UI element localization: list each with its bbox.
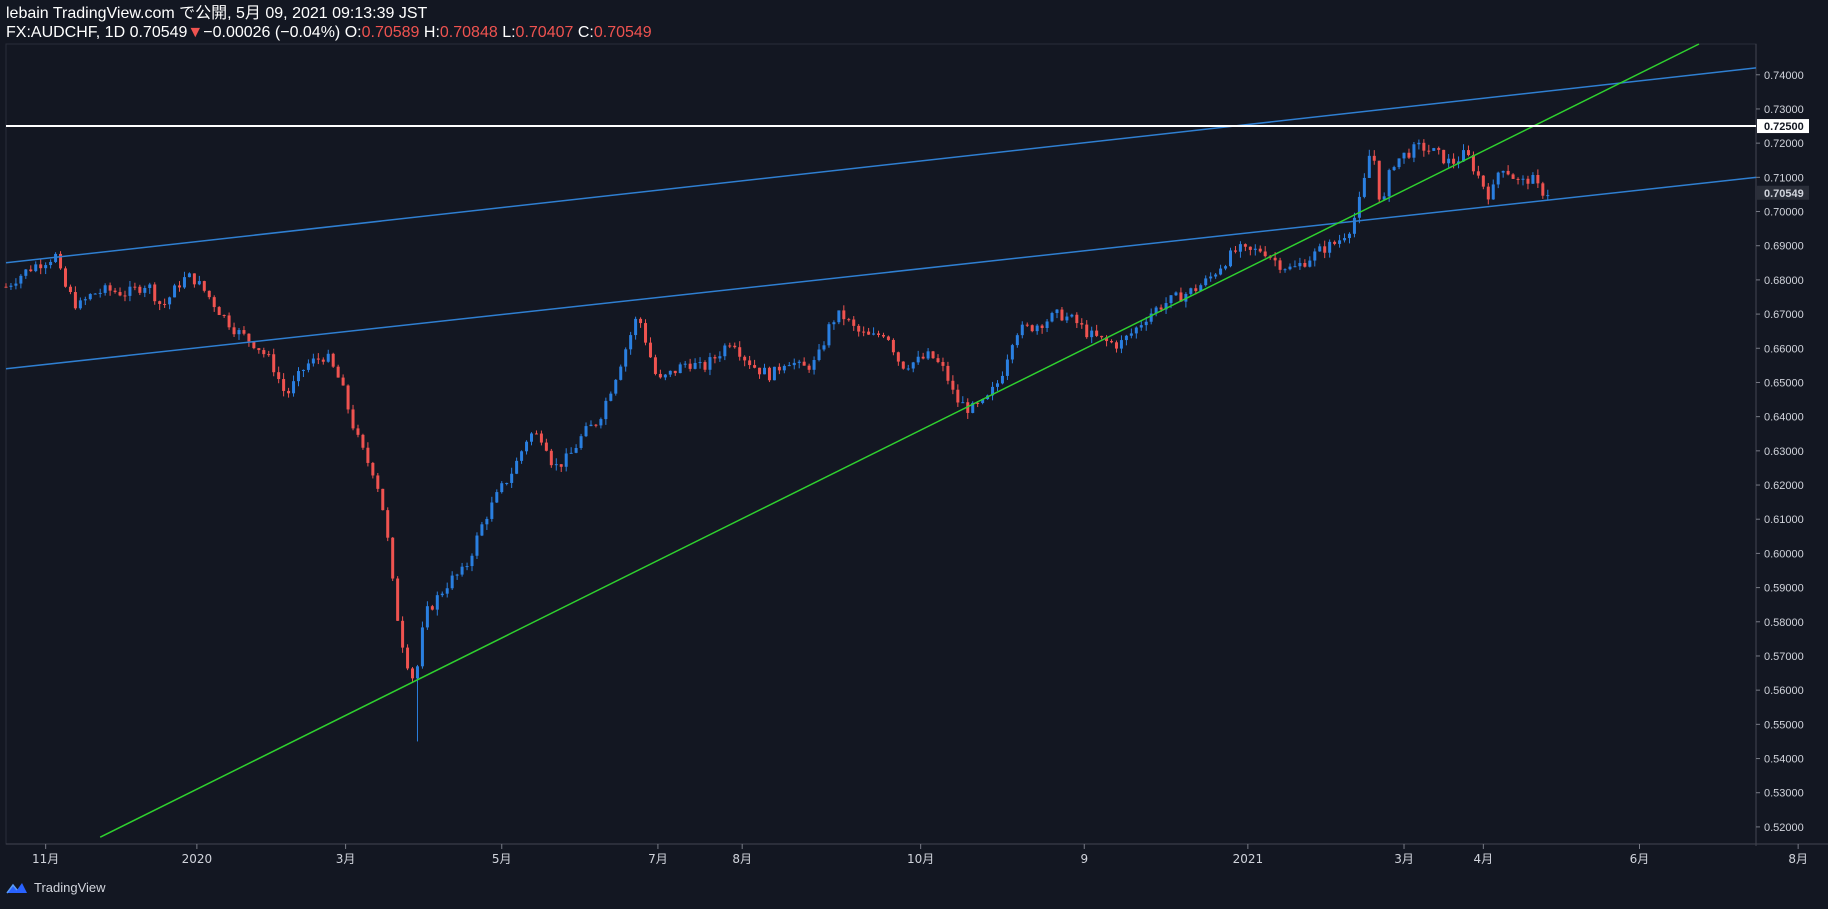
price-tick-label: 0.58000	[1764, 617, 1804, 629]
low-label: L:	[502, 24, 516, 41]
price-tick-label: 0.60000	[1764, 548, 1804, 560]
publish-info: lebain TradingView.com で公開, 5月 09, 2021 …	[6, 5, 428, 22]
high-value: 0.70848	[439, 24, 498, 41]
candle	[931, 350, 935, 359]
down-arrow-icon: ▼	[187, 24, 204, 41]
candle	[63, 266, 67, 288]
candle	[217, 306, 221, 316]
price-axis[interactable]: 0.74000 0.73000 0.72500 0.72000 0.71000 0.705…	[1756, 70, 1809, 834]
candle	[619, 364, 623, 381]
brand-name: TradingView	[34, 880, 106, 895]
open-value: 0.70589	[361, 24, 420, 41]
candle	[173, 283, 177, 298]
price-tick-label: 0.62000	[1764, 480, 1804, 492]
candle	[614, 378, 618, 396]
price-tick-label: 0.69000	[1764, 241, 1804, 253]
candle	[1050, 311, 1054, 323]
last-price: 0.70549	[129, 24, 188, 41]
plot-area	[5, 43, 1757, 845]
price-tick-label: 0.56000	[1764, 685, 1804, 697]
price-tick-label: 0.54000	[1764, 754, 1804, 766]
ohlc-legend: FX:AUDCHF, 1D 0.70549▼−0.00026 (−0.04%) …	[6, 23, 652, 42]
candle	[396, 576, 400, 622]
candle	[361, 433, 365, 450]
time-tick-label: 6月	[1630, 852, 1650, 866]
candle	[1432, 147, 1436, 152]
tradingview-logo-icon	[6, 882, 27, 893]
high-label: H:	[423, 24, 440, 41]
price-tick-label: 0.57000	[1764, 651, 1804, 663]
close-label: C:	[577, 24, 594, 41]
candle	[901, 361, 905, 370]
price-tick-label: 0.70549	[1764, 188, 1804, 200]
price-tick-label: 0.61000	[1764, 514, 1804, 526]
time-tick-label: 10月	[907, 852, 934, 866]
candle	[653, 354, 657, 376]
time-tick-label: 7月	[648, 852, 668, 866]
time-tick-label: 3月	[1394, 852, 1414, 866]
candle	[381, 488, 385, 511]
price-chart[interactable]: 0.74000 0.73000 0.72500 0.72000 0.71000 0.705…	[0, 0, 1828, 909]
time-tick-label: 3月	[336, 852, 356, 866]
price-tick-label: 0.59000	[1764, 583, 1804, 595]
candle	[549, 448, 553, 468]
time-tick-label: 8月	[1788, 852, 1808, 866]
candle	[336, 364, 340, 378]
candle	[767, 366, 771, 383]
open-label: O:	[344, 24, 362, 41]
price-tick-label: 0.66000	[1764, 343, 1804, 355]
candle	[346, 384, 350, 414]
candle	[386, 507, 390, 542]
price-tick-label: 0.71000	[1764, 172, 1804, 184]
candle	[406, 644, 410, 671]
price-tick-label: 0.67000	[1764, 309, 1804, 321]
candle	[827, 322, 831, 348]
price-tick-label: 0.73000	[1764, 104, 1804, 116]
close-value: 0.70549	[593, 24, 652, 41]
candle	[401, 616, 405, 653]
time-axis[interactable]: 11月 2020 3月 5月 7月 8月 10月 9 2021 3月 4月 6月 8月	[32, 844, 1808, 866]
candle	[391, 537, 395, 582]
time-tick-label: 5月	[492, 852, 512, 866]
time-tick-label: 11月	[32, 852, 59, 866]
candle	[837, 310, 841, 325]
time-tick-label: 9	[1080, 852, 1088, 866]
candle	[331, 352, 335, 368]
candle	[772, 366, 776, 381]
candle	[420, 621, 424, 669]
candle	[1442, 149, 1446, 165]
time-tick-label: 4月	[1474, 852, 1494, 866]
candle	[1030, 324, 1034, 333]
price-tick-label: 0.74000	[1764, 70, 1804, 82]
candle	[475, 532, 479, 560]
candle	[1229, 247, 1233, 268]
candle	[644, 319, 648, 346]
price-change: −0.00026 (−0.04%)	[203, 24, 341, 41]
price-tick-label: 0.72000	[1764, 138, 1804, 150]
candle	[59, 251, 63, 270]
time-tick-label: 2020	[182, 852, 213, 866]
chart-header: lebain TradingView.com で公開, 5月 09, 2021 …	[6, 4, 652, 42]
candle	[202, 280, 206, 293]
price-tick-label: 0.63000	[1764, 446, 1804, 458]
price-tick-label: 0.64000	[1764, 412, 1804, 424]
candle	[1377, 160, 1381, 204]
price-tick-label: 0.68000	[1764, 275, 1804, 287]
time-tick-label: 8月	[732, 852, 752, 866]
price-tick-label: 0.65000	[1764, 377, 1804, 389]
candle	[579, 433, 583, 450]
price-tick-label: 0.55000	[1764, 719, 1804, 731]
footer[interactable]: TradingView	[6, 880, 106, 895]
time-tick-label: 2021	[1233, 852, 1264, 866]
symbol-interval: FX:AUDCHF, 1D	[6, 24, 126, 41]
low-value: 0.70407	[515, 24, 574, 41]
price-tick-label: 0.72500	[1764, 121, 1804, 133]
price-tick-label: 0.53000	[1764, 788, 1804, 800]
price-tick-label: 0.70000	[1764, 207, 1804, 219]
price-tick-label: 0.52000	[1764, 822, 1804, 834]
